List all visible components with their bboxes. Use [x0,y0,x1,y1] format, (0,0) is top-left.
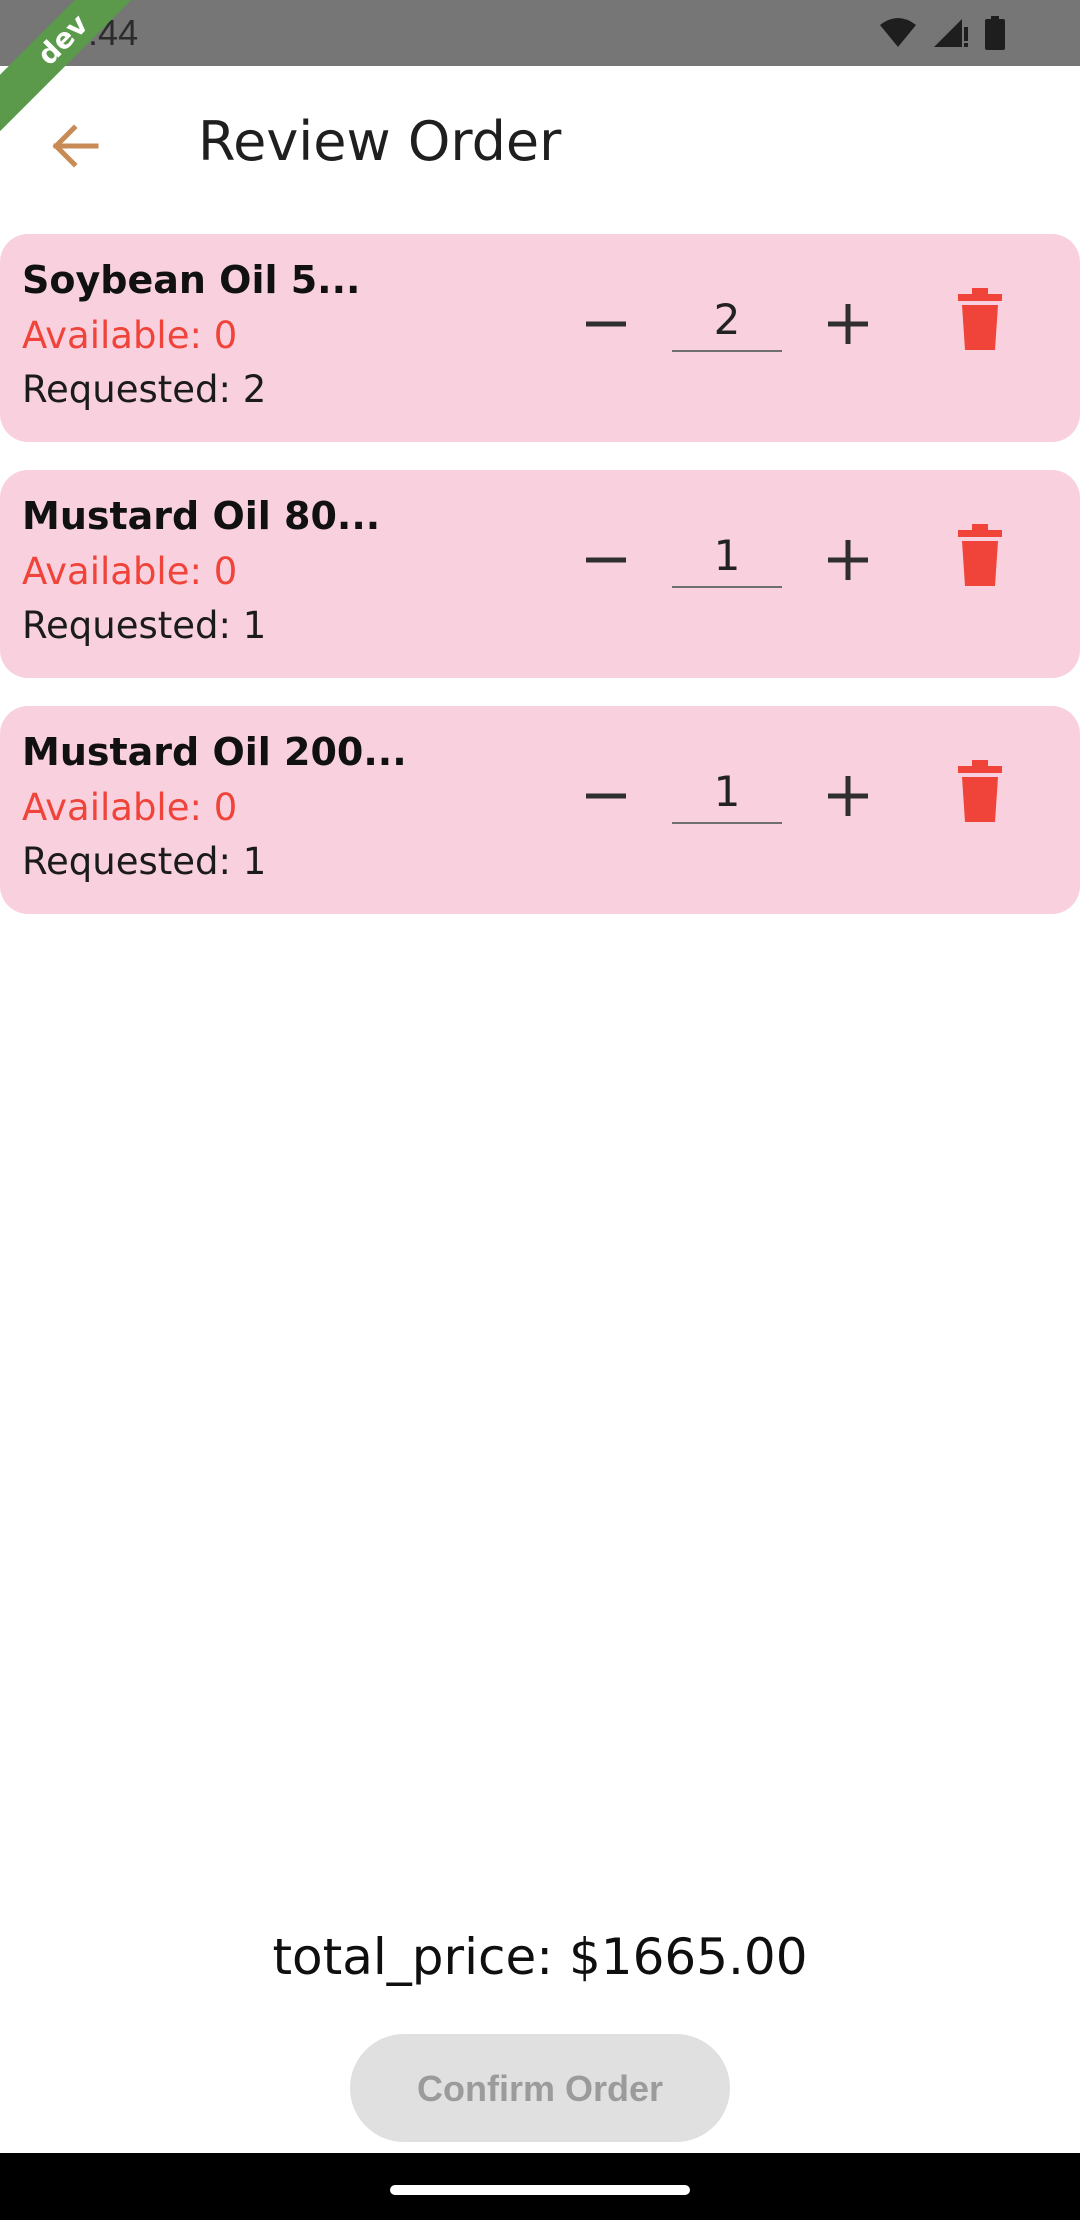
back-button[interactable] [44,114,108,178]
trash-icon [958,288,1002,350]
confirm-order-button[interactable]: Confirm Order [350,2034,730,2142]
total-price: total_price: $1665.00 [272,1928,808,1986]
battery-icon [985,16,1005,50]
minus-icon [586,557,626,563]
plus-icon [828,304,868,344]
item-requested: Requested: 1 [22,840,267,883]
order-item-card: Mustard Oil 200... Available: 0 Requeste… [0,706,1080,914]
plus-icon [828,776,868,816]
item-requested: Requested: 2 [22,368,267,411]
home-gesture-handle[interactable] [390,2185,690,2195]
increase-quantity-button[interactable] [818,766,878,826]
decrease-quantity-button[interactable] [576,530,636,590]
decrease-quantity-button[interactable] [576,294,636,354]
item-available: Available: 0 [22,314,238,357]
minus-icon [586,793,626,799]
item-name: Mustard Oil 80... [22,494,381,538]
arrow-back-icon [52,124,99,168]
wifi-icon [880,18,916,47]
increase-quantity-button[interactable] [818,530,878,590]
item-name: Soybean Oil 5... [22,258,361,302]
order-item-card: Soybean Oil 5... Available: 0 Requested:… [0,234,1080,442]
page-title: Review Order [198,110,562,173]
quantity-input[interactable]: 2 [672,290,782,352]
decrease-quantity-button[interactable] [576,766,636,826]
item-available: Available: 0 [22,786,238,829]
status-bar: 12:44 [0,0,1080,66]
increase-quantity-button[interactable] [818,294,878,354]
item-available: Available: 0 [22,550,238,593]
item-requested: Requested: 1 [22,604,267,647]
delete-item-button[interactable] [958,760,1002,822]
order-item-card: Mustard Oil 80... Available: 0 Requested… [0,470,1080,678]
delete-item-button[interactable] [958,288,1002,350]
minus-icon [586,321,626,327]
status-icons [878,16,1006,50]
quantity-input[interactable]: 1 [672,762,782,824]
app-bar: Review Order [0,66,1080,220]
plus-icon [828,540,868,580]
quantity-input[interactable]: 1 [672,526,782,588]
trash-icon [958,524,1002,586]
signal-icon [934,19,968,47]
trash-icon [958,760,1002,822]
delete-item-button[interactable] [958,524,1002,586]
order-list: Soybean Oil 5... Available: 0 Requested:… [0,234,1080,942]
item-name: Mustard Oil 200... [22,730,407,774]
navigation-bar [0,2153,1080,2220]
